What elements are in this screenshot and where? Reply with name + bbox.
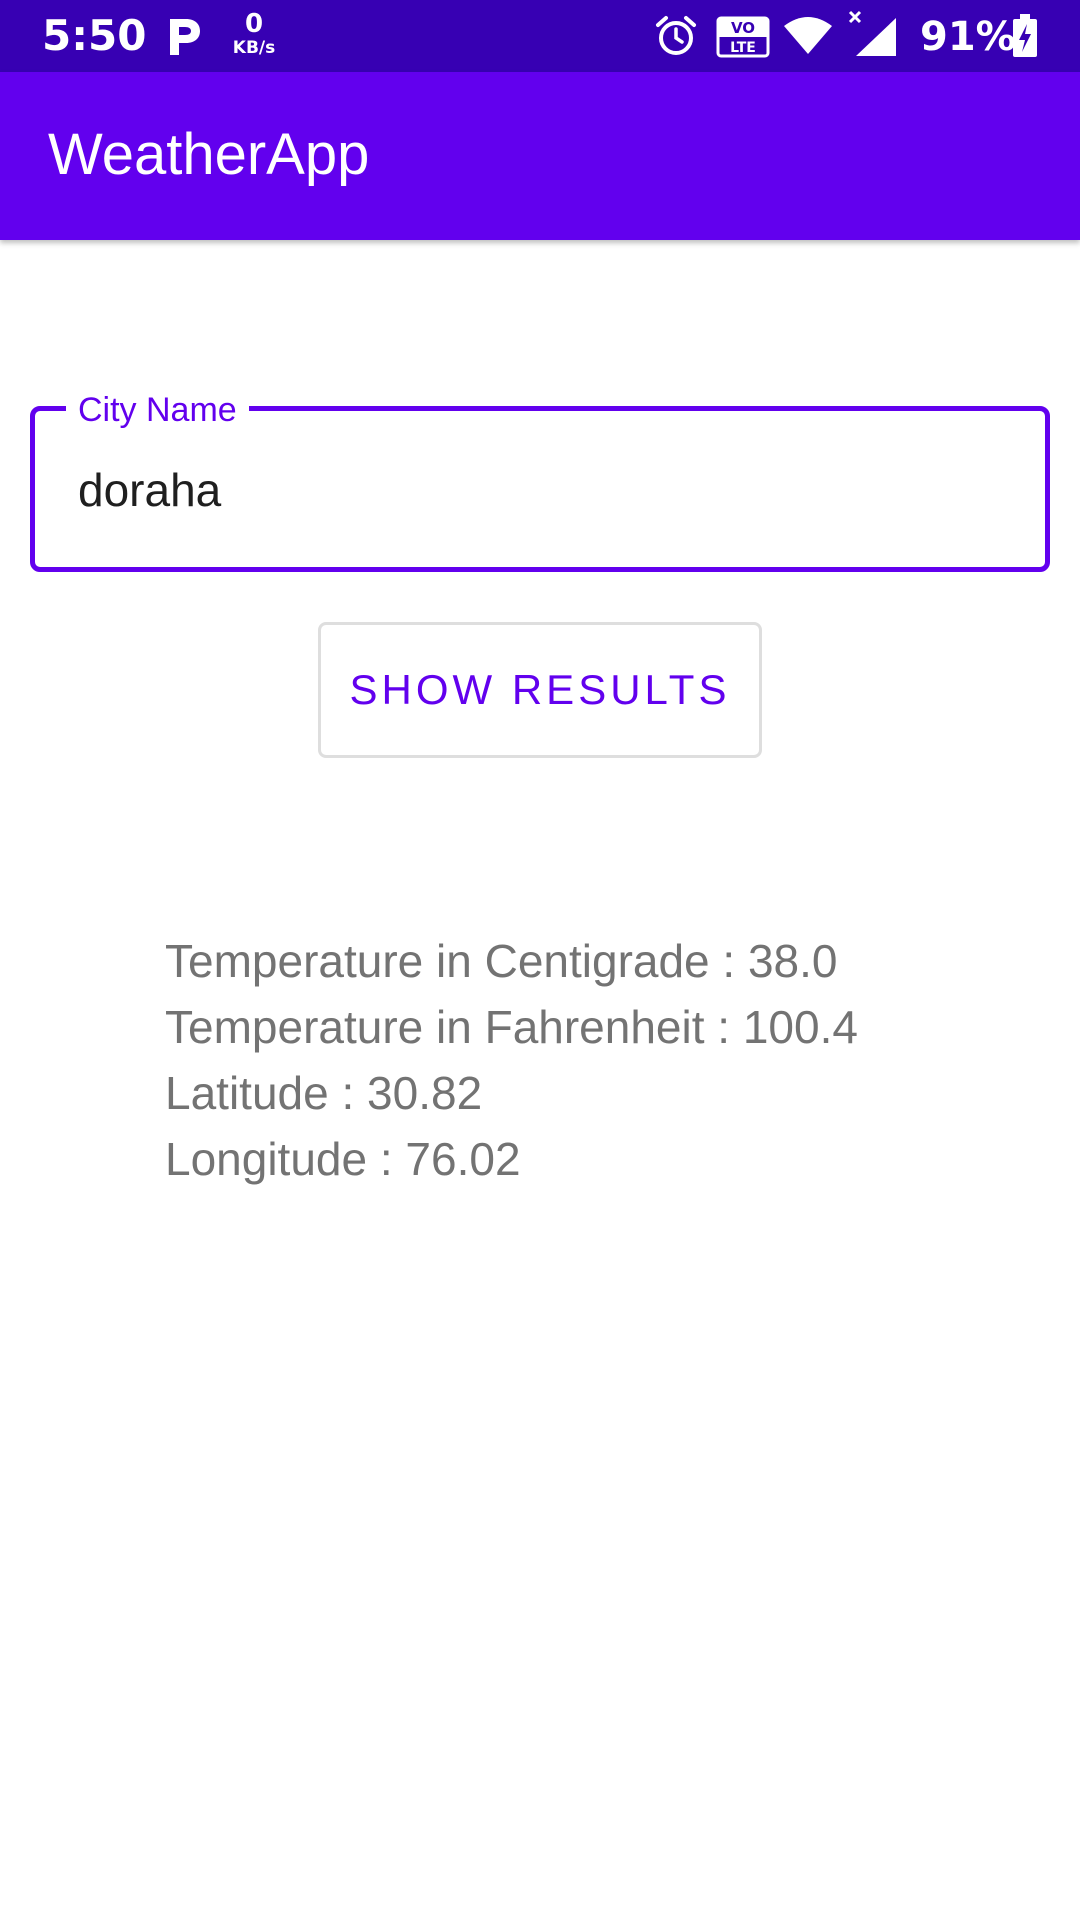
weather-results: Temperature in Centigrade : 38.0 Tempera… [165,928,1025,1192]
p-icon [170,19,200,55]
alarm-icon [656,16,696,55]
temperature-fahrenheit: Temperature in Fahrenheit : 100.4 [165,1001,858,1053]
signal-icon [848,10,896,56]
network-speed-unit: KB/s [232,38,276,58]
show-results-button[interactable]: SHOW RESULTS [318,622,762,758]
battery-charging-icon [1013,14,1037,57]
app-bar: WeatherApp [0,72,1080,240]
battery-percentage: 91% [920,14,1016,60]
volte-bottom-text: LTE [730,40,756,56]
longitude: Longitude : 76.02 [165,1133,521,1185]
network-speed-value: 0 [244,9,264,39]
app-title: WeatherApp [48,122,370,187]
latitude: Latitude : 30.82 [165,1067,483,1119]
status-bar: 5:50 0 KB/s VO LTE 91% [0,0,1080,72]
network-speed: 0 KB/s [226,10,282,58]
temperature-centigrade: Temperature in Centigrade : 38.0 [165,935,838,987]
city-name-label: City Name [66,390,249,430]
city-name-input[interactable] [78,462,978,518]
volte-top-text: VO [731,19,755,37]
status-time: 5:50 [42,11,147,60]
volte-icon: VO LTE [716,16,770,58]
wifi-icon [784,17,832,54]
